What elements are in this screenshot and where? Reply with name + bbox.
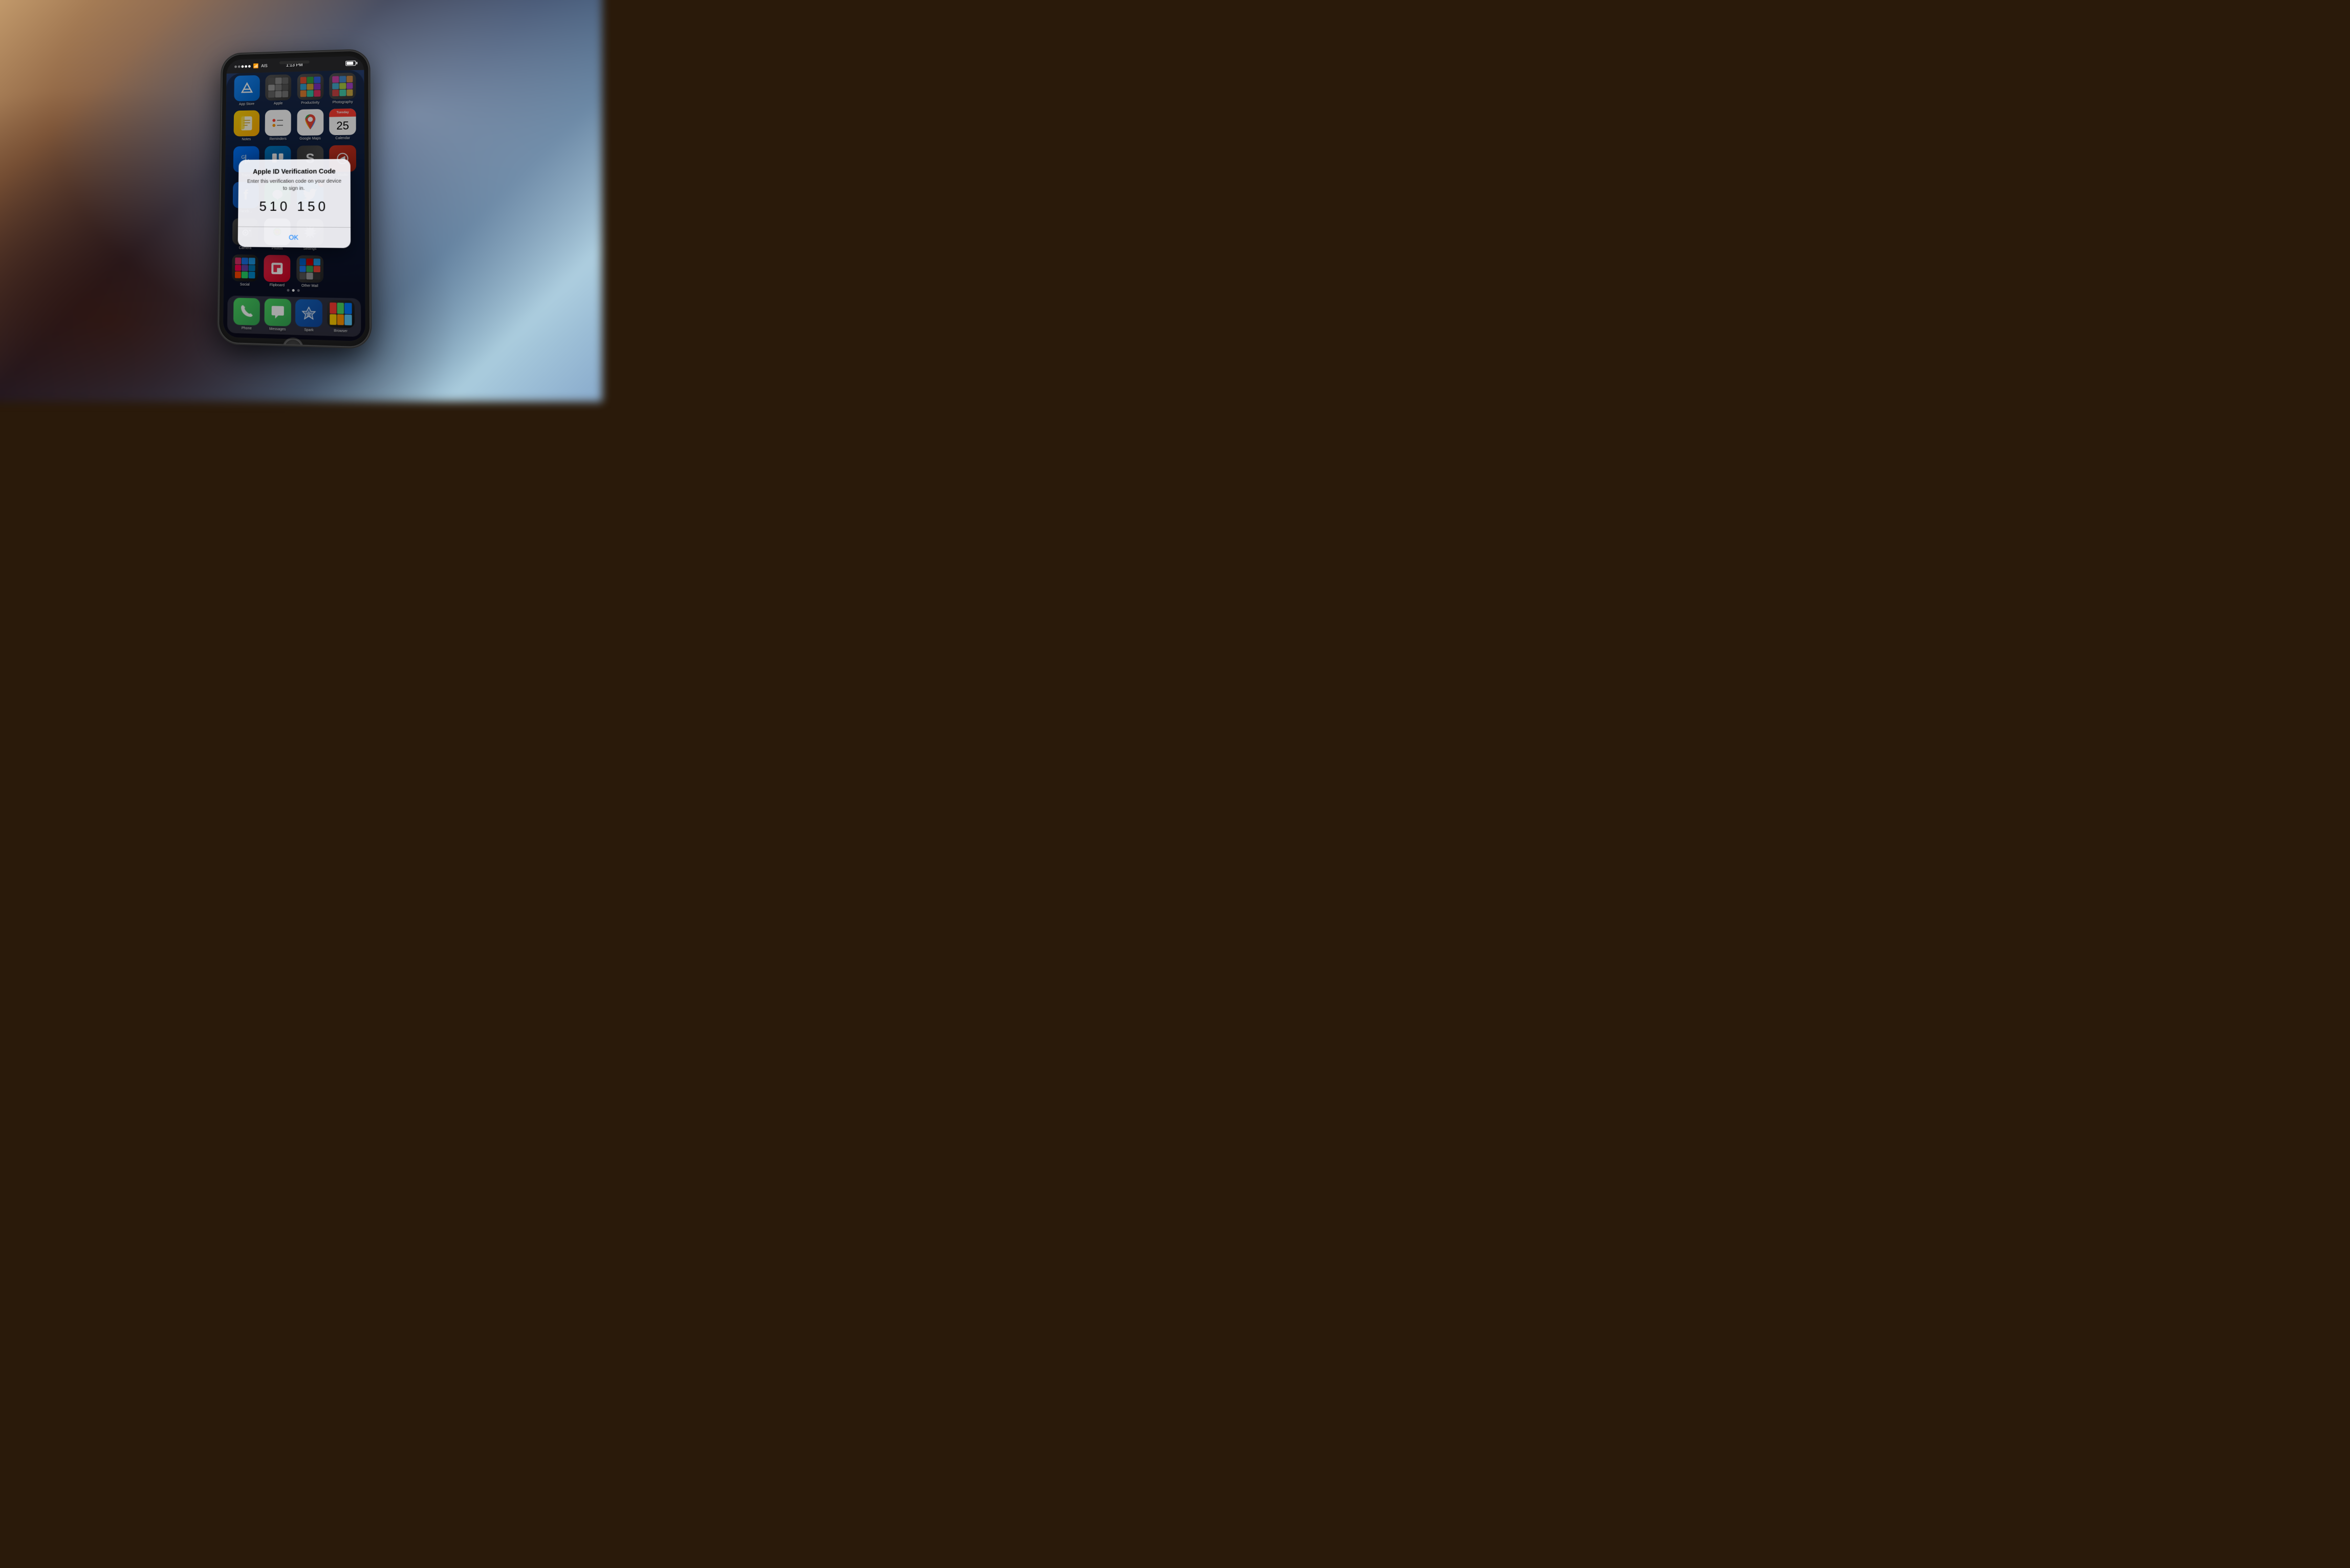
signal-dot-2 <box>238 65 241 68</box>
alert-title: Apple ID Verification Code <box>247 167 342 176</box>
status-left: 📶 AIS <box>234 63 268 69</box>
carrier-text: AIS <box>261 63 268 68</box>
phone-screen: 📶 AIS 1:13 PM <box>223 56 365 341</box>
phone-wrapper: 📶 AIS 1:13 PM <box>219 51 369 347</box>
status-right <box>345 60 356 66</box>
wifi-icon: 📶 <box>253 63 259 69</box>
alert-overlay: Apple ID Verification Code Enter this ve… <box>223 70 365 341</box>
signal-dot-5 <box>248 65 251 68</box>
alert-code: 510 150 <box>246 199 342 214</box>
signal-dots <box>234 65 251 68</box>
signal-dot-4 <box>245 65 247 68</box>
alert-message: Enter this verification code on your dev… <box>246 178 342 192</box>
signal-dot-1 <box>234 65 237 68</box>
alert-buttons: OK <box>238 227 351 248</box>
alert-ok-button[interactable]: OK <box>238 227 351 248</box>
alert-dialog: Apple ID Verification Code Enter this ve… <box>238 159 351 248</box>
battery-fill <box>346 62 353 65</box>
battery-icon <box>345 60 356 66</box>
alert-content: Apple ID Verification Code Enter this ve… <box>238 159 351 227</box>
signal-dot-3 <box>242 65 244 68</box>
iphone-device: 📶 AIS 1:13 PM <box>219 51 369 347</box>
home-screen: App Store <box>223 70 365 341</box>
